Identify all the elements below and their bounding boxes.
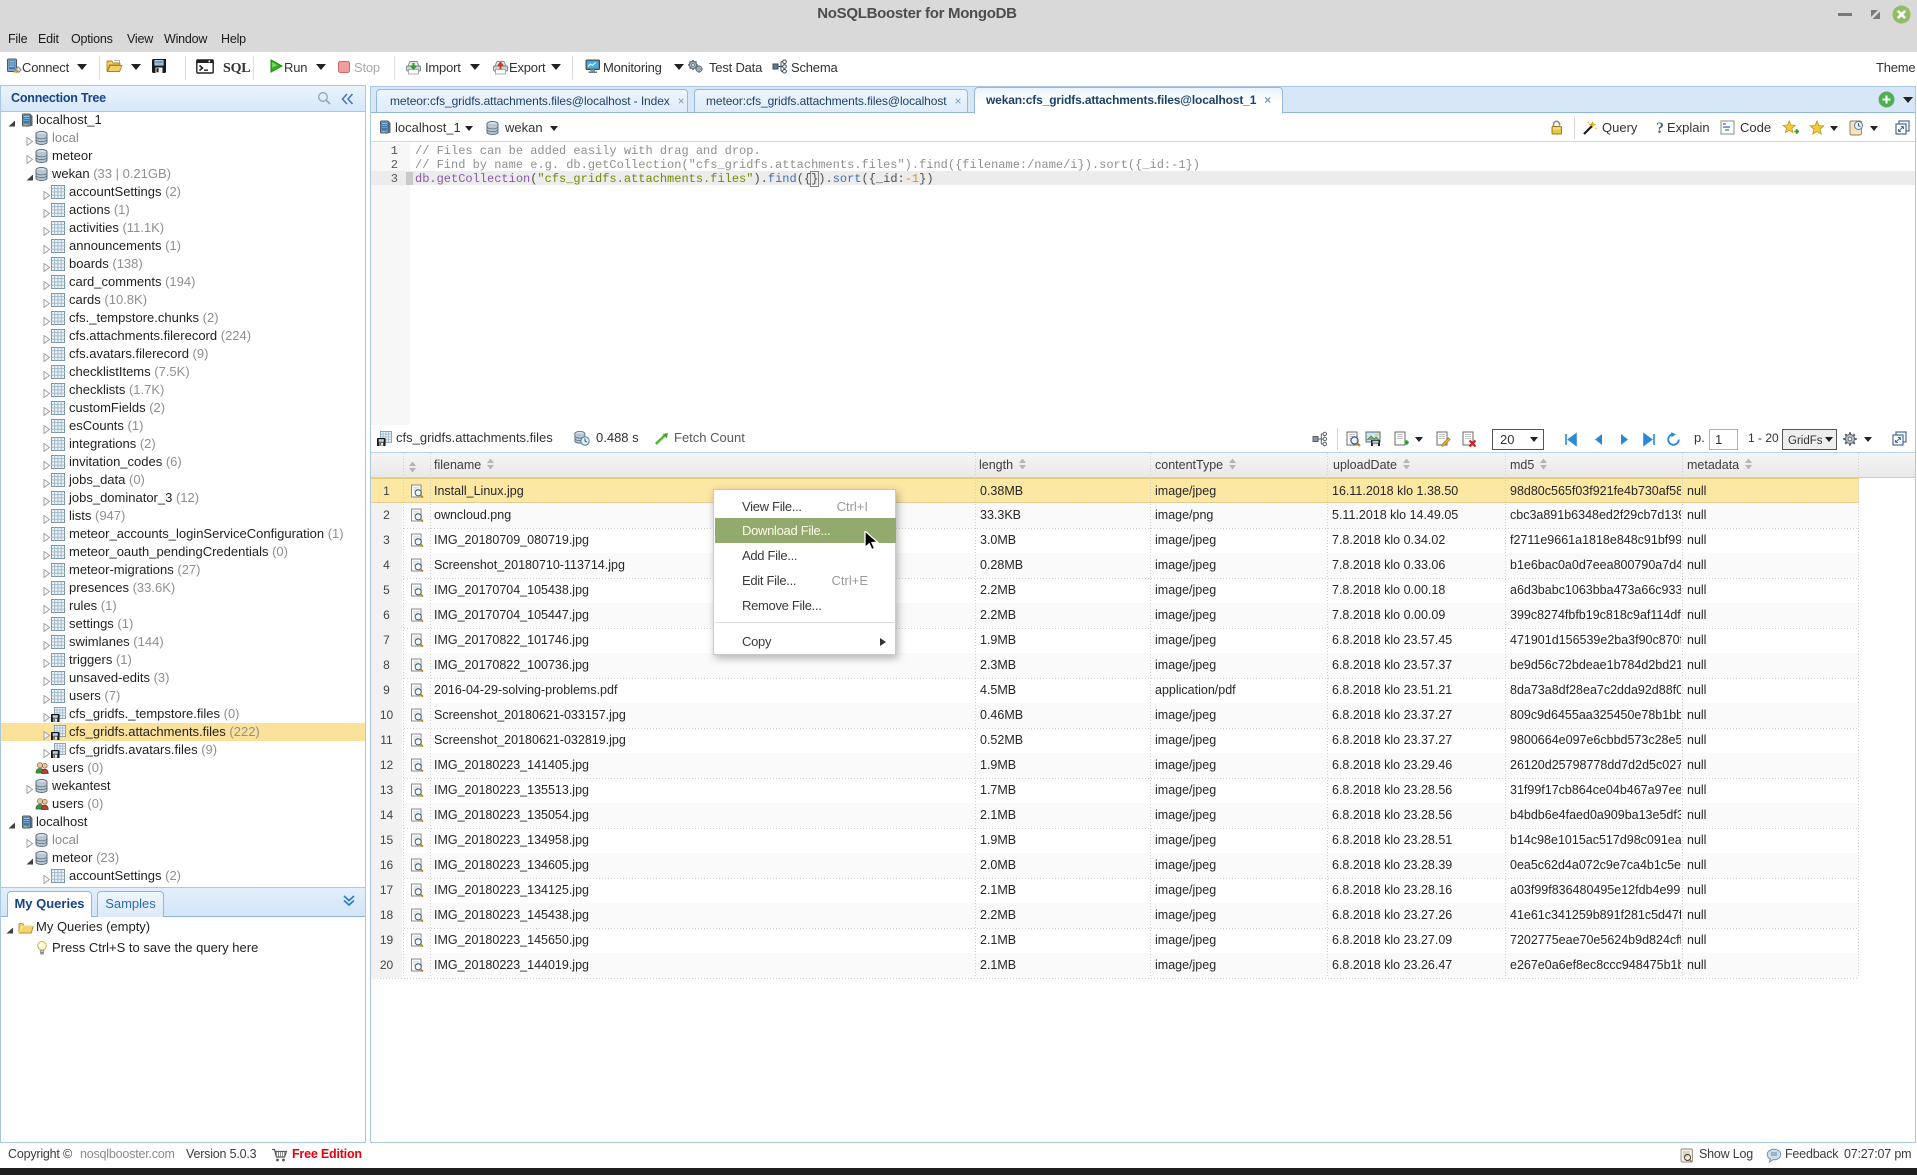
svg-text:?: ? (1656, 120, 1664, 136)
